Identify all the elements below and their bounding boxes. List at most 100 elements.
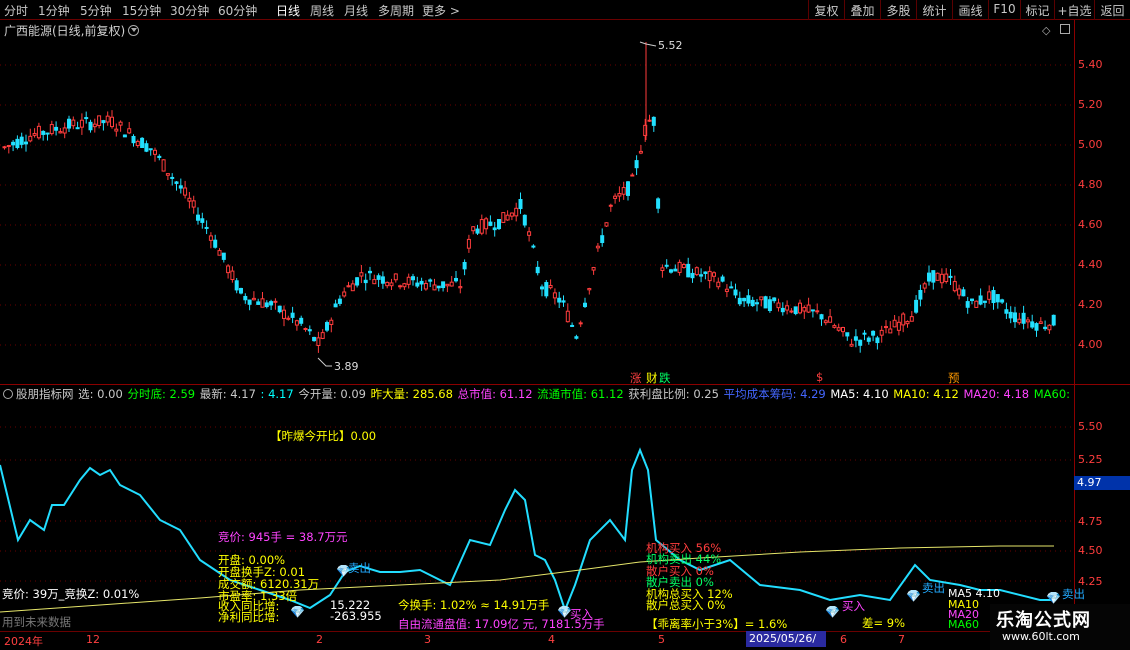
indicator-field: : 4.17 [256, 387, 294, 401]
candle-body [785, 305, 790, 311]
candle-body [97, 115, 102, 127]
tab-30min[interactable]: 30分钟 [170, 2, 209, 19]
candle-body [690, 272, 695, 279]
sell-signal-label: 卖出 [922, 581, 945, 595]
price-label: 4.40 [1078, 258, 1103, 271]
candle-body [256, 301, 261, 305]
candle-body [884, 326, 888, 329]
candle-body [647, 119, 652, 122]
candle-body [406, 276, 411, 285]
candle-body [505, 214, 510, 221]
candle-body [944, 273, 949, 283]
auction-bottom: 竞价: 39万_竞换Z: 0.01% [2, 587, 140, 601]
candle-body [767, 299, 772, 311]
candle-body [479, 219, 484, 234]
tab-more[interactable]: 更多 > [422, 2, 460, 19]
candle-body [991, 290, 996, 304]
candle-body [763, 296, 768, 309]
candle-body [393, 273, 398, 281]
candle-body [307, 329, 312, 332]
candle-body [574, 336, 579, 339]
candle-body [260, 298, 265, 308]
indicator-field: 选: 0.00 [74, 387, 123, 401]
button-add-watchlist[interactable]: +自选 [1054, 0, 1094, 20]
candle-body [488, 221, 493, 226]
candle-body [178, 185, 183, 189]
candle-body [234, 280, 239, 291]
candle-body [1017, 318, 1022, 324]
tab-15min[interactable]: 15分钟 [122, 2, 161, 19]
button-mark[interactable]: 标记 [1020, 0, 1054, 20]
candle-body [114, 128, 119, 132]
candle-body [974, 300, 979, 308]
candle-body [88, 121, 93, 131]
button-draw[interactable]: 画线 [952, 0, 988, 20]
candle-body [699, 274, 704, 277]
candle-body [368, 270, 372, 274]
candle-body [871, 330, 876, 336]
button-overlay[interactable]: 叠加 [844, 0, 880, 20]
candle-body [600, 235, 605, 244]
candle-body [638, 150, 643, 154]
candle-body [819, 314, 824, 320]
candle-body [350, 283, 355, 292]
candle-body [931, 270, 936, 283]
candle-body [501, 212, 506, 223]
candle-body [75, 127, 80, 130]
candle-body [918, 289, 923, 300]
candle-body [320, 332, 325, 339]
candle-body [759, 296, 764, 301]
candle-body [230, 270, 235, 281]
tab-60min[interactable]: 60分钟 [218, 2, 257, 19]
candle-body [905, 321, 910, 325]
candle-body [449, 281, 454, 287]
candle-body [587, 288, 592, 291]
candle-body [901, 313, 906, 326]
candle-body [1043, 326, 1048, 330]
candle-body [165, 173, 170, 176]
candle-body [1038, 321, 1043, 324]
diamond-marker-icon: 💎 [290, 605, 305, 619]
button-statistics[interactable]: 统计 [916, 0, 952, 20]
tab-multi-period[interactable]: 多周期 [378, 2, 414, 19]
candle-body [729, 286, 734, 289]
tab-fenshi[interactable]: 分时 [4, 2, 28, 19]
tab-daily[interactable]: 日线 [276, 2, 300, 19]
candle-body [626, 181, 630, 196]
price-label: 4.60 [1078, 218, 1103, 231]
candle-body [376, 275, 381, 280]
candle-body [1051, 314, 1056, 326]
tab-1min[interactable]: 1分钟 [38, 2, 70, 19]
indicator-field: MA5: 4.10 [826, 387, 889, 401]
profit-value: -263.955 [330, 609, 382, 623]
candle-body [221, 252, 226, 260]
candle-body [656, 198, 661, 209]
candle-body [398, 285, 403, 288]
candle-body [316, 337, 321, 346]
candle-body [836, 327, 841, 331]
indicator-field: 今开量: 0.09 [294, 387, 366, 401]
button-adjust[interactable]: 复权 [808, 0, 844, 20]
candle-body [269, 301, 274, 306]
candle-body [664, 264, 669, 267]
button-f10[interactable]: F10 [988, 0, 1020, 20]
candle-body [892, 319, 897, 328]
sell-signal-label: 卖出 [1062, 587, 1085, 601]
tag-dollar: $ [816, 370, 824, 384]
tab-weekly[interactable]: 周线 [310, 2, 334, 19]
candle-body [41, 130, 46, 135]
tab-5min[interactable]: 5分钟 [80, 2, 112, 19]
yesterday-ratio: 【昨爆今开比】0.00 [270, 429, 377, 443]
candle-body [832, 325, 837, 328]
tab-monthly[interactable]: 月线 [344, 2, 368, 19]
low-price-label: 3.89 [334, 360, 359, 373]
button-multi-stock[interactable]: 多股 [880, 0, 916, 20]
indicator-axis-label: 5.50 [1078, 420, 1103, 433]
indicator-field: 股朋指标网 [16, 387, 74, 401]
button-back[interactable]: 返回 [1094, 0, 1130, 20]
candle-body [595, 245, 600, 249]
indicator-circle-icon[interactable] [3, 389, 13, 399]
candle-body [862, 332, 867, 335]
high-price-label: 5.52 [658, 39, 683, 52]
candle-body [243, 295, 248, 301]
